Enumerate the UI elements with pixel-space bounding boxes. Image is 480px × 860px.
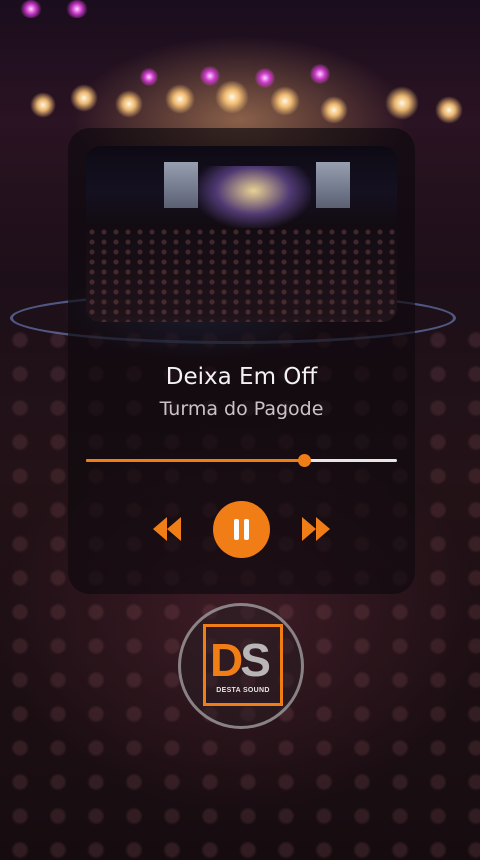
stage-light [320,96,348,124]
logo-letter-s: S [240,634,271,686]
pause-button[interactable] [213,501,270,558]
playback-controls [68,501,415,559]
stage-light [20,0,42,18]
rewind-button[interactable] [151,515,183,543]
stage-light [66,0,88,18]
progress-thumb[interactable] [297,454,311,467]
logo-frame: DS DESTA SOUND [203,624,283,706]
logo-brand-text: DESTA SOUND [216,687,270,694]
cover-crowd [86,226,397,322]
stage-light [140,68,158,86]
cover-screen [164,162,198,208]
stage-light [270,86,300,116]
pause-icon [234,519,249,540]
stage-light [200,66,220,86]
logo-letter-d: D [210,634,243,686]
player-card: Deixa Em Off Turma do Pagode [68,128,415,594]
stage-light [435,96,463,124]
album-art [86,146,397,322]
stage-light [385,86,419,120]
desta-sound-logo: DS DESTA SOUND [178,603,304,729]
stage-light [30,92,56,118]
stage-light [70,84,98,112]
fast-forward-icon [302,517,330,541]
progress-fill [86,459,304,462]
artist-name: Turma do Pagode [159,398,324,420]
cover-stage [196,166,311,228]
rewind-icon [153,517,181,541]
cover-screen [316,162,350,208]
stage-light [165,84,195,114]
song-title: Deixa Em Off [165,364,318,390]
stage-light [310,64,330,84]
logo-mark: DS [210,634,271,686]
stage-light [215,80,249,114]
fast-forward-button[interactable] [300,515,332,543]
stage-light [255,68,275,88]
progress-bar[interactable] [86,454,397,467]
stage-light [115,90,143,118]
